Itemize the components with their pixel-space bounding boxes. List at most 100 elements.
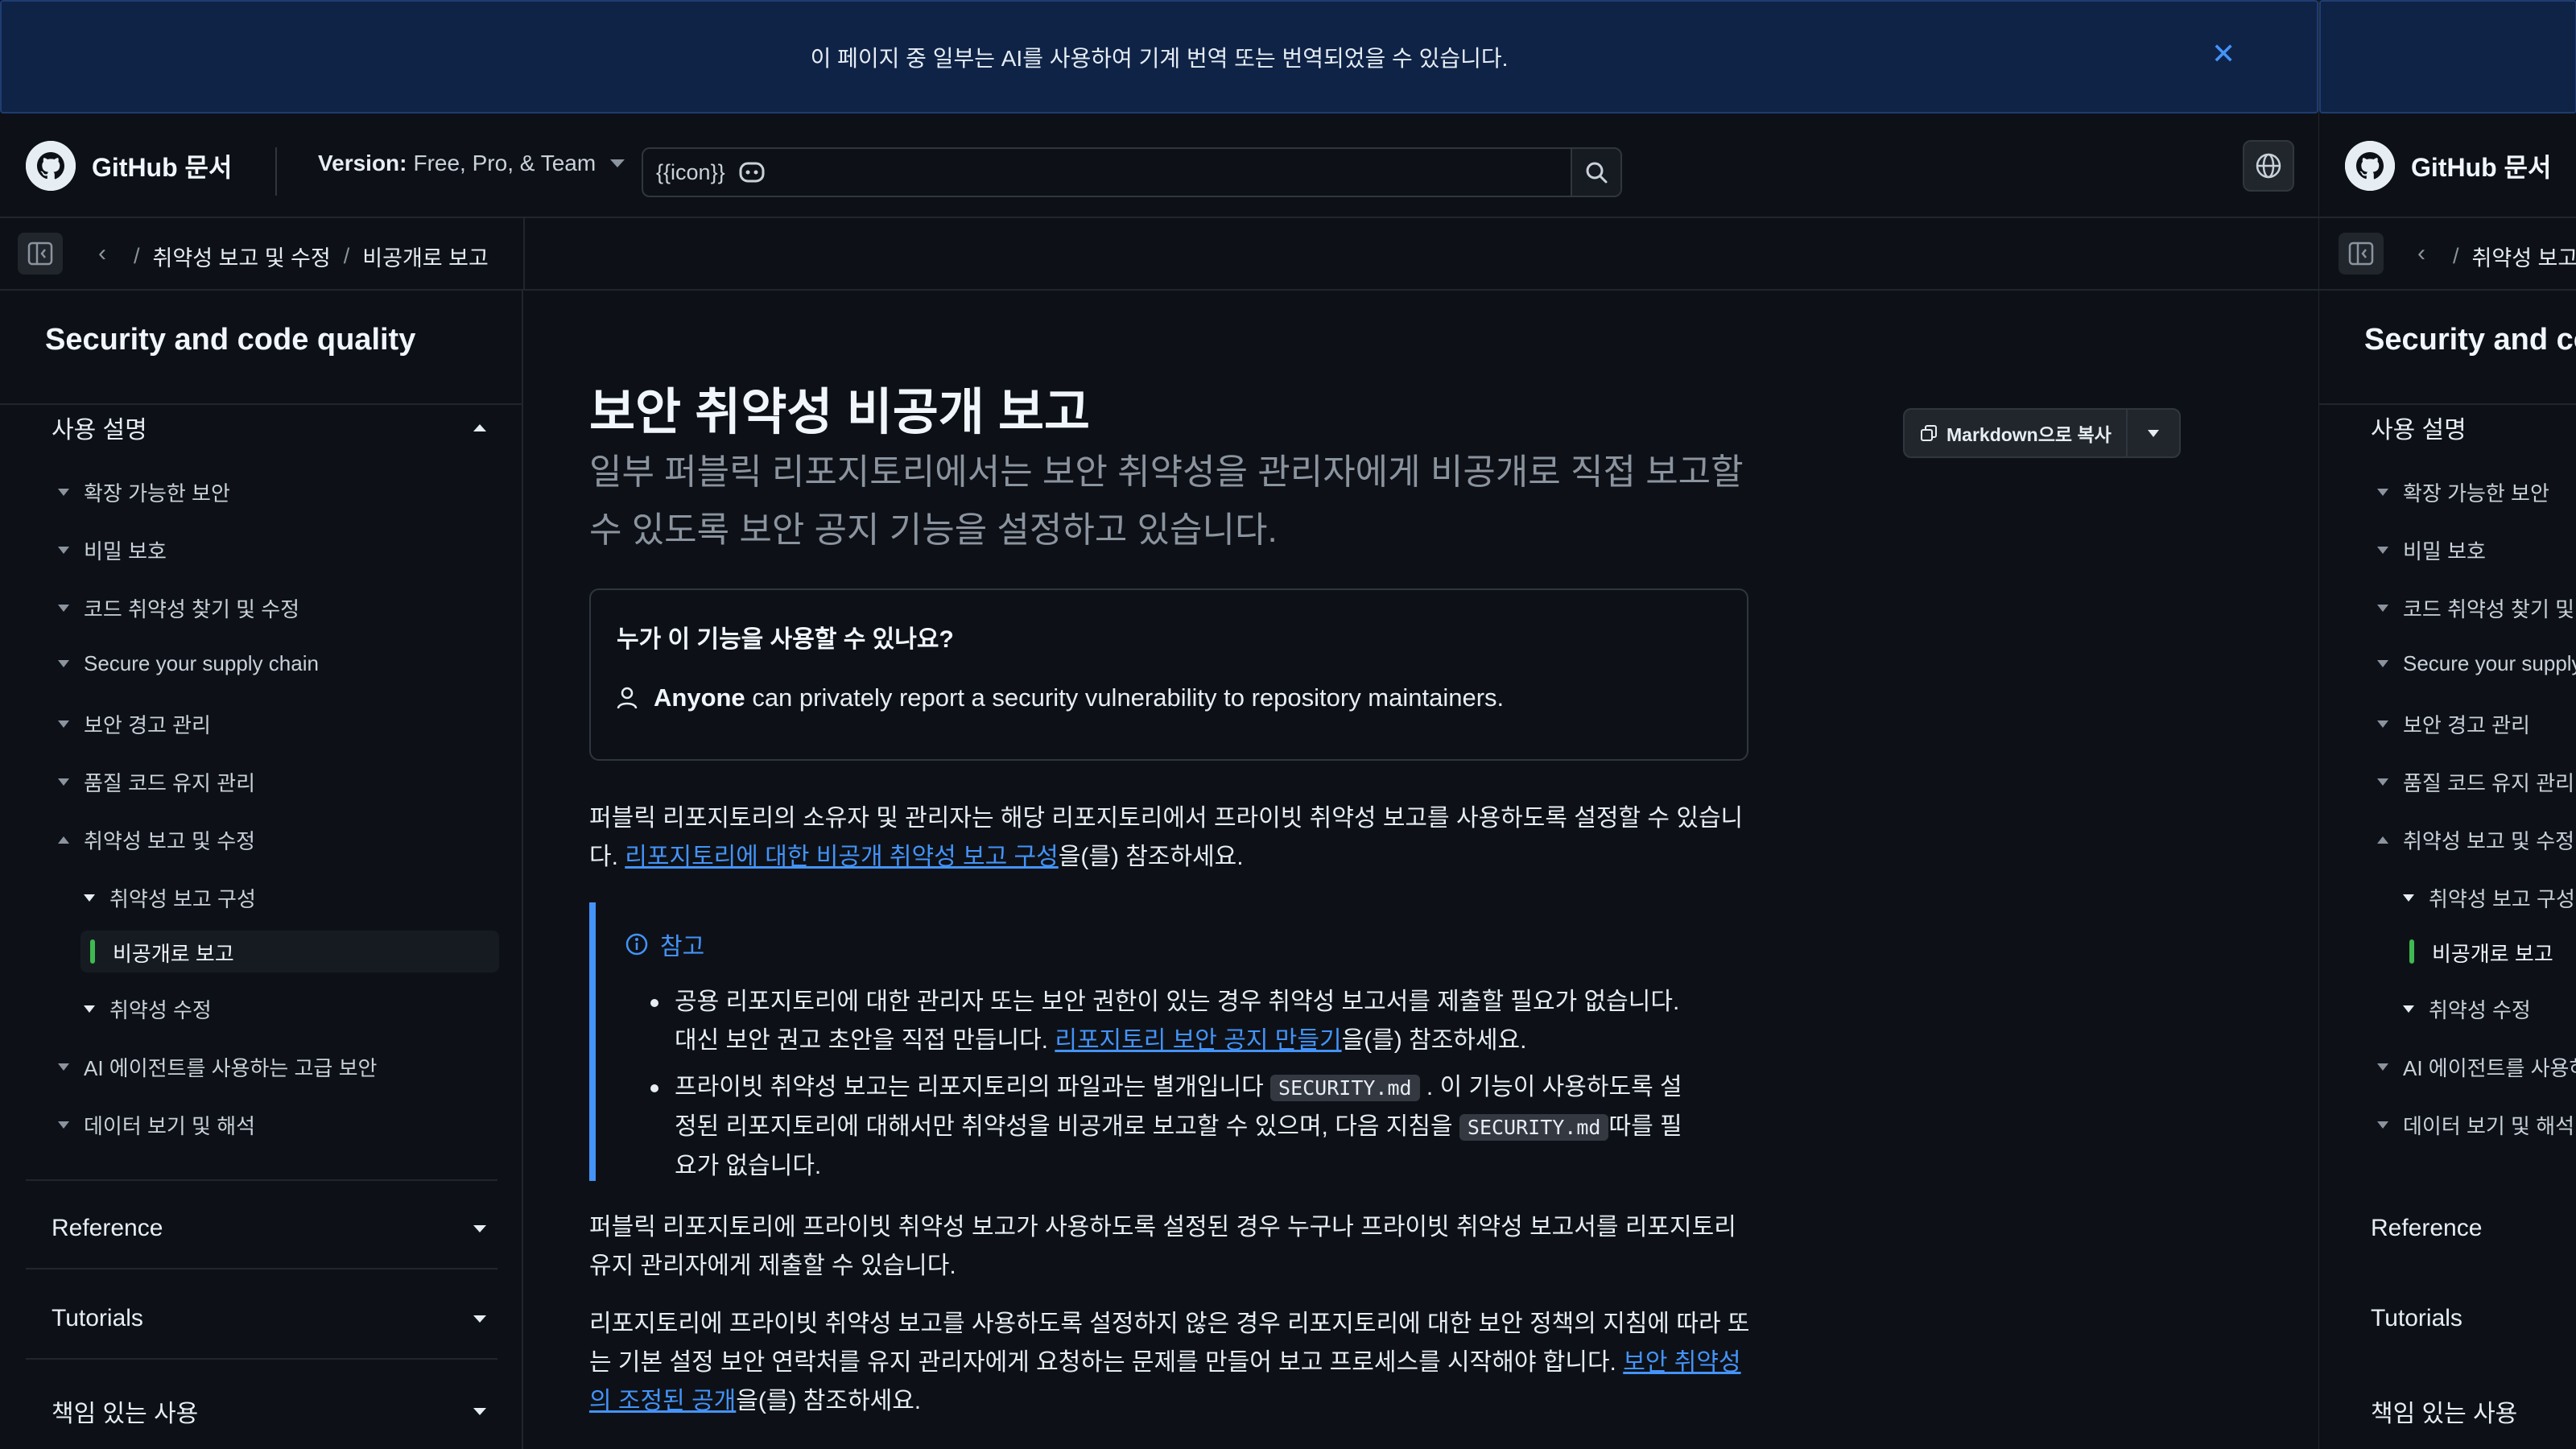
chevron-down-icon	[610, 159, 625, 167]
paragraph: 퍼블릭 리포지토리에 프라이빗 취약성 보고가 사용하도록 설정된 경우 누구나…	[589, 1214, 1736, 1279]
active-marker	[90, 939, 95, 964]
chevron-up-icon	[473, 423, 486, 431]
chevron-down-icon	[58, 547, 69, 554]
paragraph: 퍼블릭 리포지토리의 소유자 및 관리자는 해당 리포지토리에서 프라이빗 취약…	[589, 805, 1744, 870]
language-button[interactable]	[2243, 140, 2294, 192]
sidebar-item[interactable]: 취약성 보고 구성	[84, 883, 256, 913]
sidebar-item[interactable]: 보안 경고 관리	[2377, 709, 2530, 739]
site-logo[interactable]: GitHub 문서	[26, 141, 232, 191]
breadcrumb-bar: ‹ / 취약성 보고 및 수정	[2319, 218, 2576, 291]
chevron-down-icon	[58, 720, 69, 728]
availability-box: 누가 이 기능을 사용할 수 있나요? Anyone can privately…	[589, 588, 1748, 761]
sidebar-item[interactable]: 비밀 보호	[2377, 535, 2486, 565]
breadcrumb-current[interactable]: 비공개로 보고	[362, 241, 489, 272]
sidebar-section-responsible-use[interactable]: 책임 있는 사용	[2371, 1393, 2576, 1429]
translation-banner	[2319, 0, 2576, 114]
chevron-down-icon	[473, 1315, 486, 1323]
configure-reporting-link[interactable]: 리포지토리에 대한 비공개 취약성 보고 구성	[625, 844, 1058, 870]
chevron-down-icon	[2377, 547, 2388, 554]
sidebar-item-active[interactable]: 비공개로 보고	[113, 938, 234, 968]
sidebar-item[interactable]: 코드 취약성 찾기 및 수정	[2377, 593, 2576, 623]
version-picker[interactable]: Version: Free, Pro, & Team	[318, 151, 625, 176]
sidebar-item[interactable]: 확장 가능한 보안	[58, 477, 230, 507]
close-icon[interactable]: ✕	[2211, 37, 2235, 71]
article: 보안 취약성 비공개 보고 일부 퍼블릭 리포지토리에서는 보안 취약성을 관리…	[525, 291, 2318, 1449]
chevron-down-icon	[58, 778, 69, 786]
sidebar-item[interactable]: 보안 경고 관리	[58, 709, 211, 739]
sidebar-item[interactable]: 품질 코드 유지 관리	[2377, 767, 2574, 797]
sidebar-item[interactable]: 취약성 수정	[2403, 994, 2531, 1024]
chevron-up-icon	[2377, 836, 2388, 844]
sidebar-title[interactable]: Security and code quality	[45, 323, 415, 357]
availability-audience: Anyone	[654, 683, 745, 712]
site-title: GitHub 문서	[92, 153, 233, 182]
sidebar-section-howtos[interactable]: 사용 설명	[52, 410, 486, 445]
sidebar-item[interactable]: 취약성 보고 및 수정	[58, 825, 255, 855]
create-advisory-link[interactable]: 리포지토리 보안 공지 만들기	[1055, 1027, 1341, 1054]
chevron-down-icon	[58, 489, 69, 496]
sidebar-item[interactable]: 비밀 보호	[58, 535, 167, 565]
inline-code: SECURITY.md	[1459, 1114, 1609, 1141]
sidebar-section-tutorials[interactable]: Tutorials	[52, 1305, 486, 1332]
sidebar-section-howtos[interactable]: 사용 설명	[2371, 410, 2576, 445]
sidebar-section-reference[interactable]: Reference	[2371, 1215, 2576, 1242]
globe-icon	[2256, 153, 2281, 179]
chevron-down-icon	[2377, 720, 2388, 728]
sidebar-item[interactable]: Secure your supply chain	[2377, 651, 2576, 676]
note-callout: 참고 공용 리포지토리에 대한 관리자 또는 보안 권한이 있는 경우 취약성 …	[589, 902, 1757, 1181]
chevron-down-icon	[58, 660, 69, 667]
search-box	[642, 147, 1622, 197]
sidebar-toggle-button[interactable]	[18, 233, 63, 275]
sidebar-collapse-icon	[27, 242, 53, 266]
search-input[interactable]	[643, 149, 1571, 196]
chevron-down-icon	[473, 1407, 486, 1415]
note-title: 참고	[625, 927, 704, 962]
chevron-left-icon[interactable]: ‹	[2417, 240, 2425, 267]
sidebar-item[interactable]: 데이터 보기 및 해석	[2377, 1110, 2574, 1140]
sidebar-item[interactable]: 확장 가능한 보안	[2377, 477, 2549, 507]
chevron-down-icon	[58, 1121, 69, 1129]
sidebar-item[interactable]: 취약성 수정	[84, 994, 212, 1024]
sidebar-item[interactable]: Secure your supply chain	[58, 651, 319, 676]
breadcrumb-link[interactable]: 취약성 보고 및 수정	[153, 241, 331, 272]
copy-options-dropdown[interactable]	[2128, 410, 2179, 456]
sidebar-section-tutorials[interactable]: Tutorials	[2371, 1305, 2576, 1332]
header-divider	[275, 147, 277, 196]
chevron-down-icon	[84, 1005, 95, 1013]
breadcrumb-link[interactable]: 취약성 보고 및 수정	[2472, 241, 2576, 272]
github-logo-icon	[26, 141, 76, 191]
chevron-down-icon	[58, 605, 69, 612]
sidebar-item[interactable]: AI 에이전트를 사용하는 고급 보안	[2377, 1052, 2576, 1082]
availability-description: can privately report a security vulnerab…	[752, 683, 1505, 712]
sidebar-item[interactable]: 취약성 보고 구성	[2403, 883, 2575, 913]
sidebar-item-active[interactable]: 비공개로 보고	[2432, 938, 2553, 968]
sidebar-section-reference[interactable]: Reference	[52, 1215, 486, 1242]
sidebar-item[interactable]: 품질 코드 유지 관리	[58, 767, 255, 797]
sidebar-item[interactable]: AI 에이전트를 사용하는 고급 보안	[58, 1052, 377, 1082]
sidebar-section-responsible-use[interactable]: 책임 있는 사용	[52, 1393, 486, 1429]
search-button[interactable]	[1571, 149, 1620, 196]
sidebar-item[interactable]: 데이터 보기 및 해석	[58, 1110, 255, 1140]
breadcrumb: / 취약성 보고 및 수정 / 비공개로 보고	[134, 241, 489, 272]
version-value: Free, Pro, & Team	[413, 151, 597, 175]
chevron-down-icon	[2403, 1005, 2414, 1013]
sidebar: Security and code quality 사용 설명 확장 가능한 보…	[2319, 291, 2576, 1449]
chevron-left-icon[interactable]: ‹	[98, 240, 106, 267]
site-title: GitHub 문서	[2411, 153, 2552, 182]
chevron-down-icon	[84, 894, 95, 902]
copilot-icon	[738, 160, 766, 188]
sidebar-item[interactable]: 취약성 보고 및 수정	[2377, 825, 2574, 855]
sidebar-item[interactable]: 코드 취약성 찾기 및 수정	[58, 593, 299, 623]
sidebar-toggle-button[interactable]	[2339, 233, 2384, 275]
copy-markdown-button[interactable]: Markdown으로 복사	[1905, 410, 2128, 456]
sidebar-title[interactable]: Security and code quality	[2364, 323, 2576, 357]
availability-heading: 누가 이 기능을 사용할 수 있나요?	[617, 626, 954, 653]
chevron-down-icon	[2377, 660, 2388, 667]
version-label: Version:	[318, 151, 407, 175]
info-icon	[625, 933, 648, 956]
site-logo[interactable]: GitHub 문서	[2345, 141, 2551, 191]
breadcrumb: / 취약성 보고 및 수정	[2453, 241, 2576, 272]
list-item: 공용 리포지토리에 대한 관리자 또는 보안 권한이 있는 경우 취약성 보고서…	[650, 983, 1697, 1060]
chevron-up-icon	[58, 836, 69, 844]
paragraph: 리포지토리에 프라이빗 취약성 보고를 사용하도록 설정하지 않은 경우 리포지…	[589, 1311, 1750, 1414]
